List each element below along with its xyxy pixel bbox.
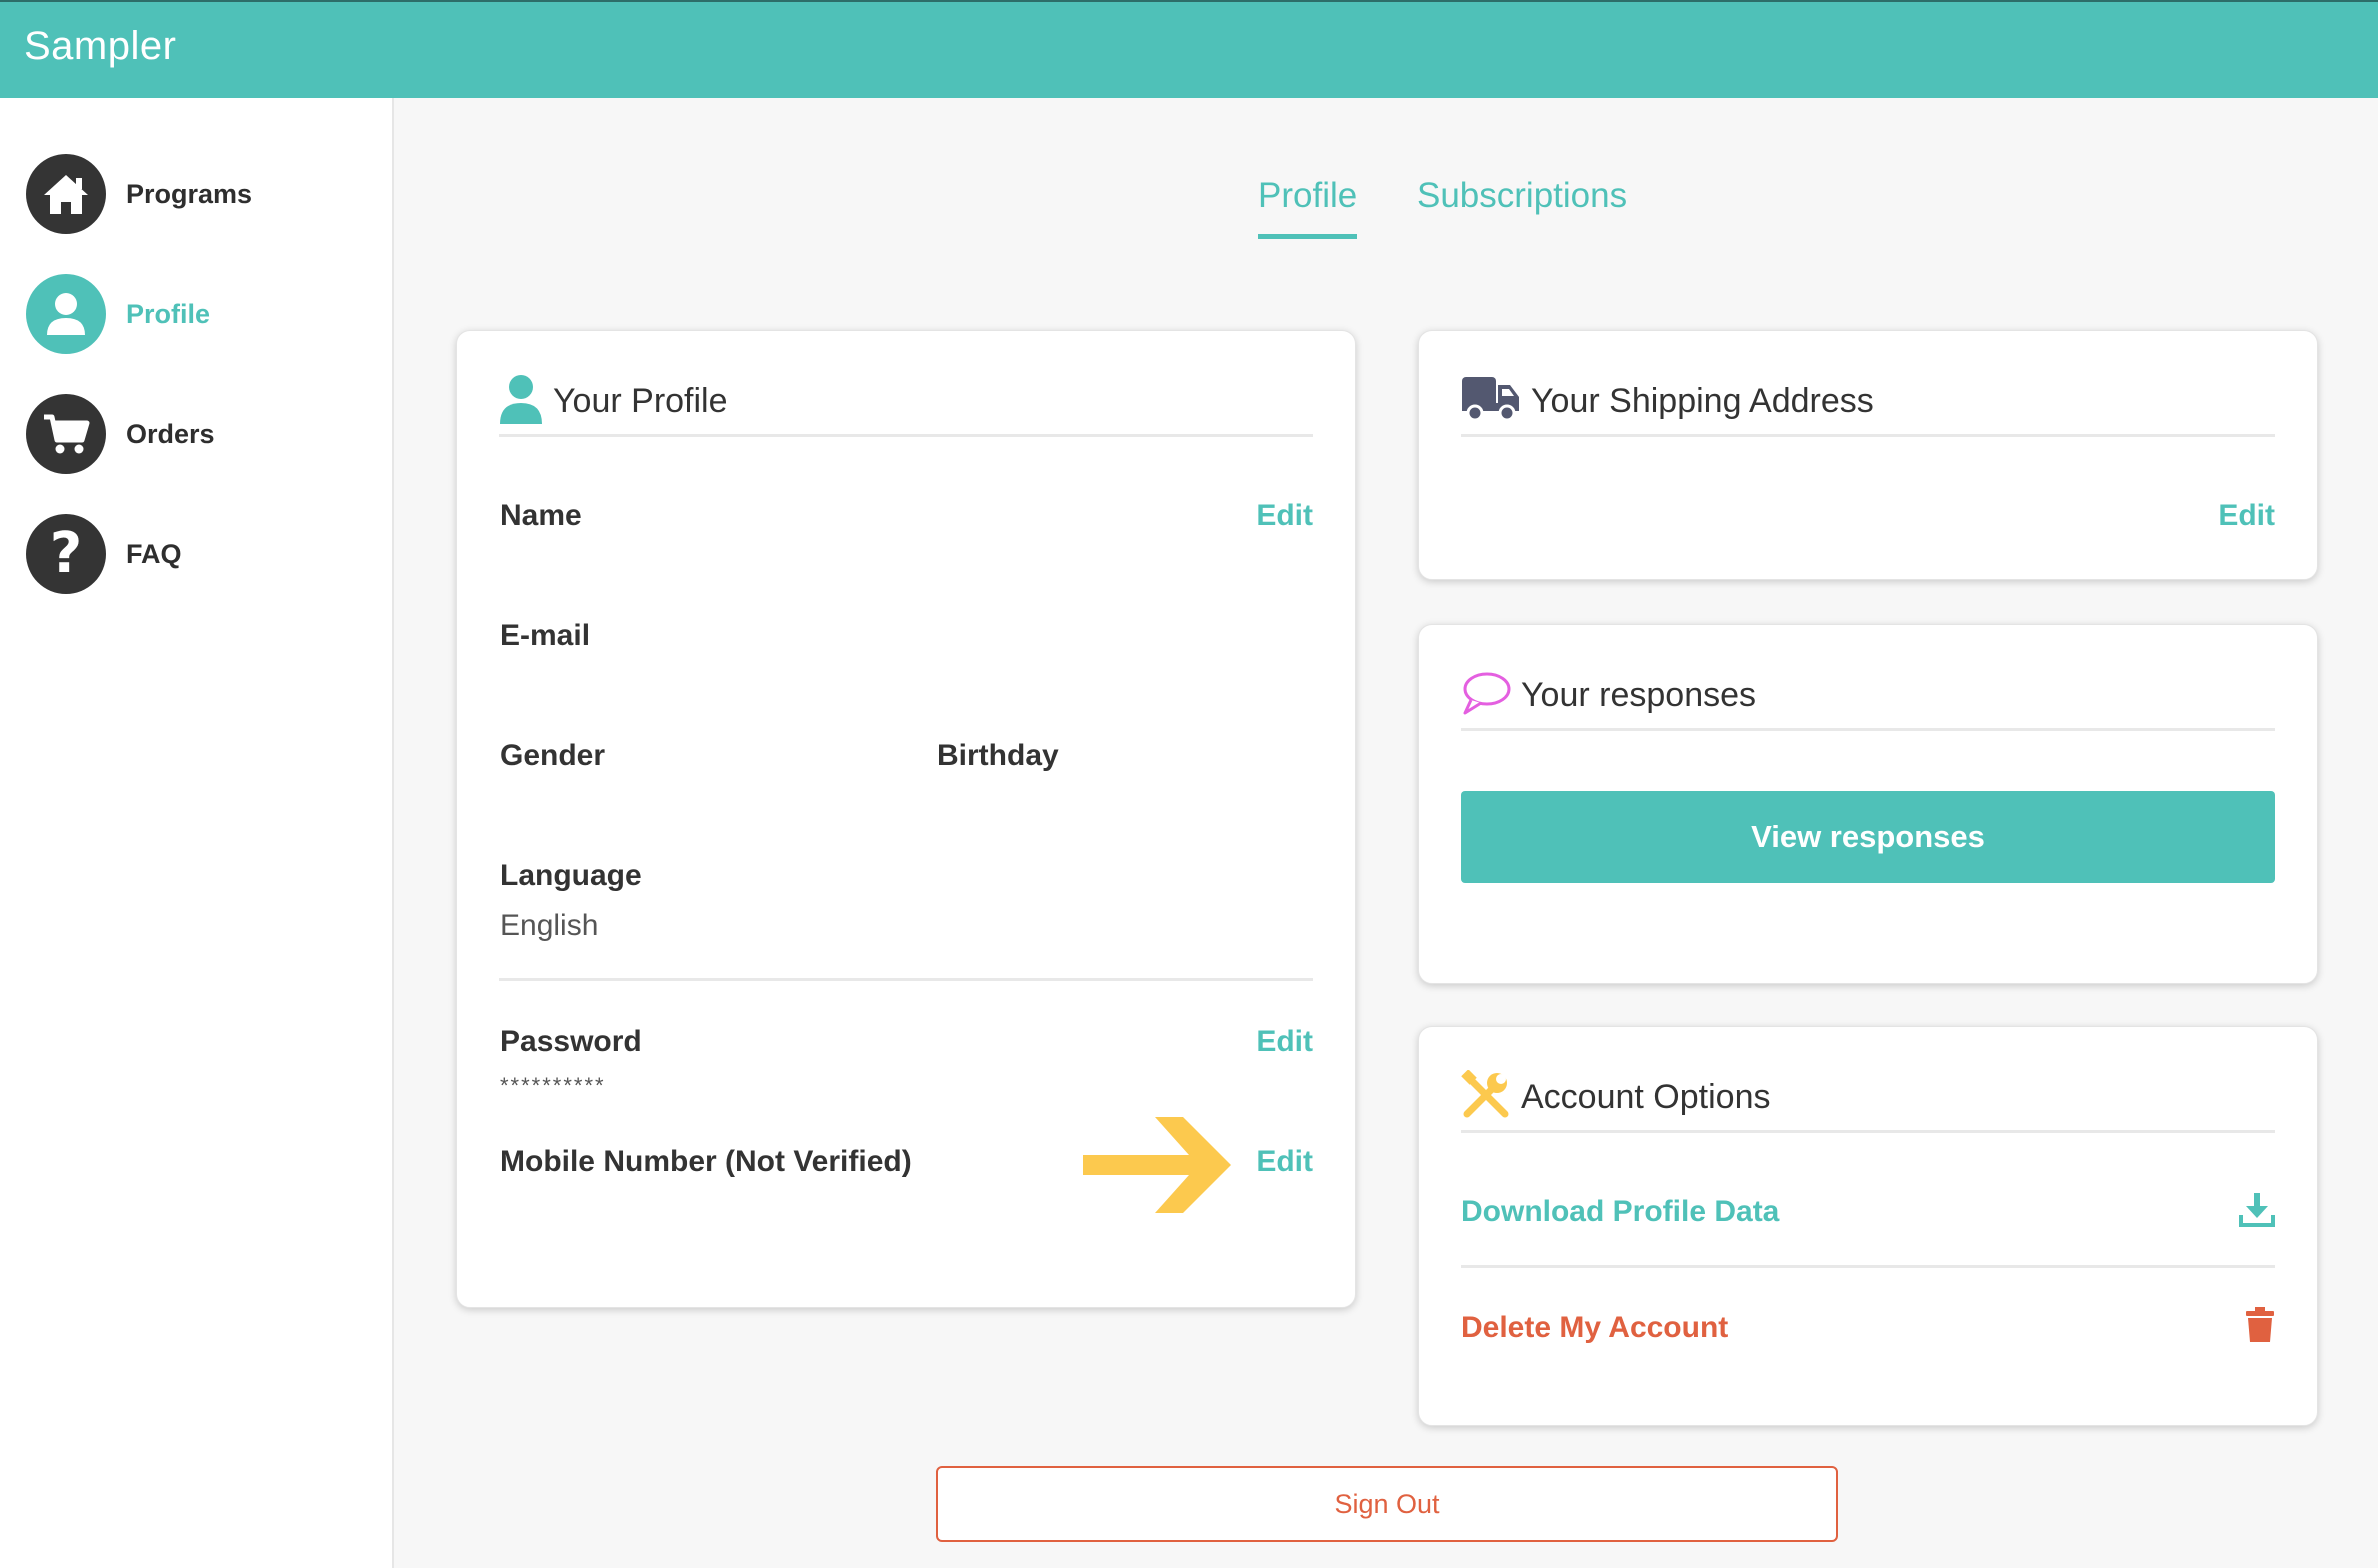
trash-icon[interactable] — [2245, 1307, 2275, 1348]
sidebar-item-label: Profile — [126, 298, 211, 329]
sidebar-item-label: FAQ — [126, 538, 182, 569]
sidebar-item-label: Orders — [126, 418, 215, 449]
responses-card-title: Your responses — [1521, 676, 1757, 714]
tab-profile[interactable]: Profile — [1258, 176, 1358, 239]
responses-card: Your responses View responses — [1418, 624, 2318, 984]
edit-name-link[interactable]: Edit — [1256, 499, 1313, 533]
responses-card-header: Your responses — [1461, 663, 2275, 731]
account-options-divider — [1461, 1265, 2275, 1268]
shipping-card-title: Your Shipping Address — [1531, 382, 1874, 420]
question-icon: ? — [26, 514, 106, 594]
truck-icon — [1461, 375, 1521, 428]
shipping-card: Your Shipping Address Edit — [1418, 330, 2318, 580]
password-label: Password — [500, 1025, 642, 1058]
sidebar-item-orders[interactable]: Orders — [26, 394, 366, 474]
language-value: English — [500, 909, 599, 942]
sidebar-item-faq[interactable]: ? FAQ — [26, 514, 366, 594]
profile-card: Your Profile Name Edit E-mail Gender Bir… — [456, 330, 1356, 1308]
view-responses-button[interactable]: View responses — [1461, 791, 2275, 883]
edit-password-link[interactable]: Edit — [1256, 1025, 1313, 1059]
gender-label: Gender — [500, 739, 606, 772]
user-icon — [26, 274, 106, 354]
top-bar: Sampler — [0, 0, 2378, 98]
account-options-header: Account Options — [1461, 1065, 2275, 1133]
profile-divider — [499, 978, 1313, 981]
download-icon[interactable] — [2239, 1191, 2275, 1232]
sidebar: Programs Profile Orders ? FAQ — [0, 98, 394, 1568]
sign-out-button[interactable]: Sign Out — [936, 1466, 1838, 1542]
profile-card-title: Your Profile — [553, 382, 728, 420]
sidebar-item-profile[interactable]: Profile — [26, 274, 366, 354]
mobile-label: Mobile Number (Not Verified) — [500, 1145, 912, 1178]
birthday-label: Birthday — [937, 739, 1059, 772]
arrow-right-icon — [1083, 1109, 1239, 1226]
chat-bubble-icon — [1461, 671, 1511, 720]
tab-subscriptions[interactable]: Subscriptions — [1417, 176, 1627, 234]
account-options-title: Account Options — [1521, 1078, 1771, 1116]
shipping-card-header: Your Shipping Address — [1461, 369, 2275, 437]
password-value: ********** — [500, 1073, 606, 1098]
user-icon — [499, 374, 543, 429]
profile-card-header: Your Profile — [499, 369, 1313, 437]
delete-account-link[interactable]: Delete My Account — [1461, 1311, 1728, 1345]
app-logo[interactable]: Sampler — [24, 24, 176, 69]
name-label: Name — [500, 499, 582, 532]
cart-icon — [26, 394, 106, 474]
edit-shipping-link[interactable]: Edit — [2218, 499, 2275, 533]
edit-mobile-link[interactable]: Edit — [1256, 1145, 1313, 1179]
download-profile-data-link[interactable]: Download Profile Data — [1461, 1195, 1779, 1229]
email-label: E-mail — [500, 619, 591, 652]
tab-bar: Profile Subscriptions — [0, 176, 2378, 246]
account-options-card: Account Options Download Profile Data De… — [1418, 1026, 2318, 1426]
tools-icon — [1461, 1069, 1511, 1125]
language-label: Language — [500, 859, 642, 892]
